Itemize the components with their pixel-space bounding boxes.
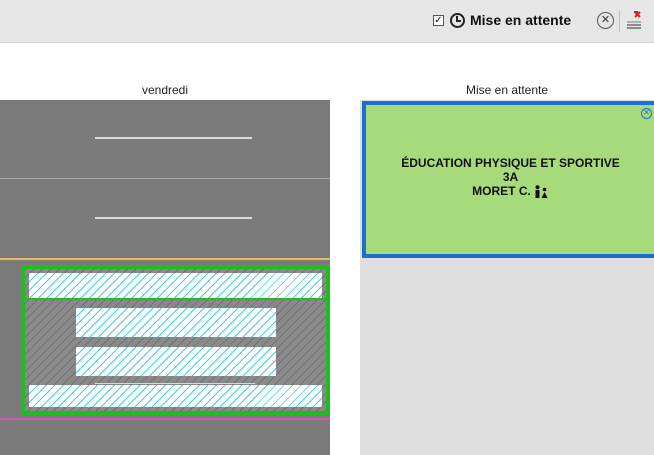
friday-column-header: vendredi <box>141 83 189 97</box>
empty-slot-line <box>95 137 252 139</box>
people-icon <box>535 185 548 199</box>
course-teacher: MORET C. <box>472 184 531 198</box>
cancel-circle-icon[interactable]: ✕ <box>597 12 614 29</box>
hatched-slot <box>29 273 322 298</box>
hatched-slot <box>76 308 276 337</box>
toolbar: ✓ Mise en attente ✕ <box>0 0 654 43</box>
course-teacher-line: MORET C. <box>366 184 654 199</box>
remove-from-waiting-icon[interactable] <box>625 11 643 31</box>
selection-inner-border <box>25 298 326 300</box>
hatched-slot <box>29 385 322 407</box>
card-close-icon[interactable]: ✕ <box>641 108 652 119</box>
drop-zone-block[interactable] <box>21 265 330 415</box>
course-subject: ÉDUCATION PHYSIQUE ET SPORTIVE <box>401 156 620 170</box>
waiting-checkbox[interactable]: ✓ <box>433 15 444 26</box>
waiting-toggle-label[interactable]: Mise en attente <box>470 12 571 28</box>
hatched-slot <box>76 347 276 376</box>
clock-icon <box>450 13 465 28</box>
course-card-text: ÉDUCATION PHYSIQUE ET SPORTIVE 3A MORET … <box>366 156 654 199</box>
course-card[interactable]: ✕ ÉDUCATION PHYSIQUE ET SPORTIVE 3A MORE… <box>362 101 654 258</box>
toolbar-separator <box>619 10 620 32</box>
course-class: 3A <box>502 170 519 184</box>
waiting-column-header: Mise en attente <box>465 83 549 97</box>
slot-line <box>95 383 255 384</box>
range-marker-bottom <box>0 418 330 420</box>
slot-divider <box>0 178 330 179</box>
empty-slot-line <box>95 217 252 219</box>
range-marker-top <box>0 258 330 260</box>
